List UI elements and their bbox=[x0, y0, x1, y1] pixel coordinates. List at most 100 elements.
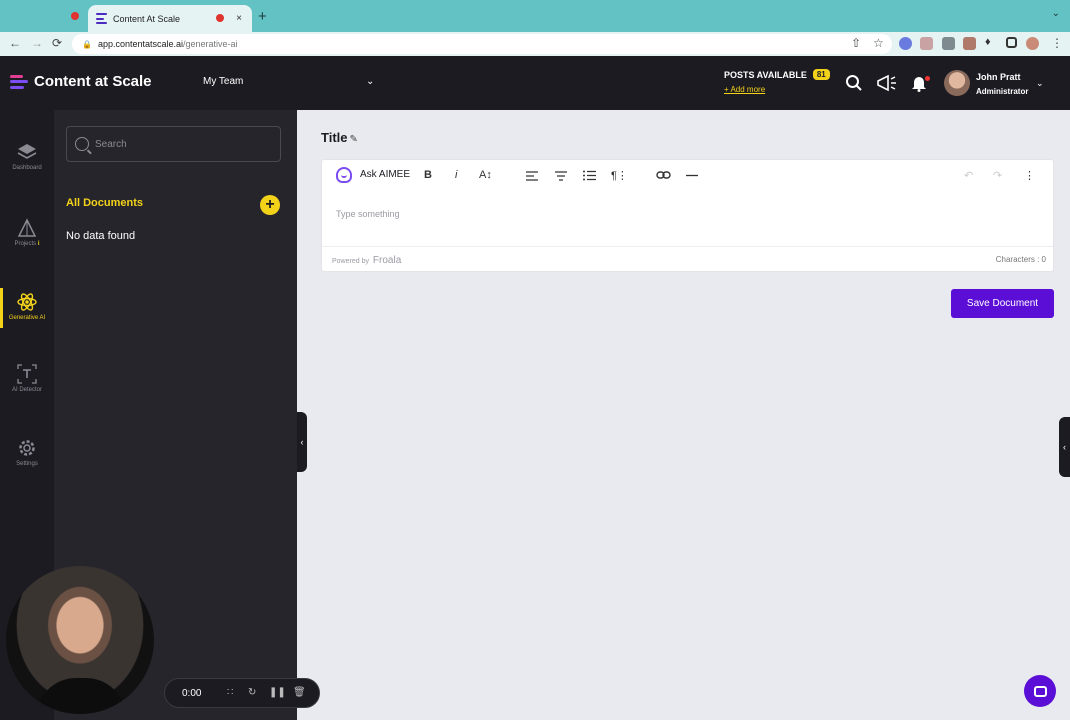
sidebar-item-label: AI Detector bbox=[11, 387, 42, 393]
posts-available-label: POSTS AVAILABLE bbox=[724, 69, 807, 80]
forward-icon[interactable]: → bbox=[31, 36, 43, 50]
ordered-list-icon[interactable] bbox=[583, 170, 596, 181]
atom-icon bbox=[17, 293, 37, 311]
puzzle-icon[interactable]: ♦ bbox=[985, 36, 991, 48]
extension-icon[interactable] bbox=[899, 37, 912, 50]
extension-icon[interactable] bbox=[920, 37, 933, 50]
trash-icon[interactable]: 🗑 bbox=[293, 687, 306, 698]
horizontal-line-icon[interactable] bbox=[686, 174, 698, 177]
url-path: /generative-ai bbox=[183, 39, 238, 49]
aimee-robot-icon[interactable] bbox=[336, 167, 352, 183]
sidebar-item-dashboard[interactable]: Dashboard bbox=[0, 142, 54, 186]
chat-bubble-icon bbox=[1033, 685, 1047, 697]
all-documents-heading[interactable]: All Documents bbox=[66, 197, 143, 209]
chevron-left-icon: ‹ bbox=[300, 437, 304, 447]
bold-button[interactable]: B bbox=[424, 169, 432, 181]
lock-icon: 🔒 bbox=[82, 39, 92, 49]
edit-icon[interactable]: ✎ bbox=[350, 134, 358, 145]
editor-placeholder[interactable]: Type something bbox=[336, 209, 400, 219]
recording-indicator-icon bbox=[71, 12, 79, 20]
sidebar-item-ai-detector[interactable]: AI Detector bbox=[0, 364, 54, 408]
link-icon[interactable] bbox=[656, 170, 671, 180]
editor-toolbar: Ask AIMEE B i A↕ ¶⋮ ↶ ↷ ⋮ bbox=[322, 160, 1053, 193]
tab-title: Content At Scale bbox=[113, 13, 181, 24]
user-name[interactable]: John Pratt bbox=[976, 72, 1021, 82]
align-left-icon[interactable] bbox=[526, 171, 538, 181]
team-selector[interactable]: My Team bbox=[203, 76, 243, 87]
sidebar-item-projects[interactable]: Projects i bbox=[0, 218, 54, 262]
empty-state-text: No data found bbox=[66, 230, 136, 242]
new-tab-button[interactable]: + bbox=[258, 8, 267, 25]
chat-support-button[interactable] bbox=[1024, 675, 1056, 707]
user-menu-chevron-icon[interactable]: ⌄ bbox=[1036, 78, 1044, 89]
grid-icon[interactable]: ∷ bbox=[227, 687, 233, 698]
expand-right-panel-button[interactable]: ‹ bbox=[1059, 417, 1070, 477]
profile-avatar-icon[interactable] bbox=[1026, 37, 1039, 50]
chevron-left-icon: ‹ bbox=[1063, 442, 1066, 452]
layers-icon bbox=[17, 144, 37, 159]
froala-logo[interactable]: Froala bbox=[373, 255, 401, 266]
browser-menu-icon[interactable]: ⋮ bbox=[1051, 36, 1063, 50]
notification-dot-icon bbox=[925, 76, 930, 81]
recording-timer: 0:00 bbox=[182, 687, 202, 699]
reload-icon[interactable]: ⟳ bbox=[52, 36, 62, 50]
gear-icon bbox=[19, 440, 35, 456]
text-scan-icon bbox=[17, 364, 37, 384]
tab-close-icon[interactable]: × bbox=[236, 13, 242, 24]
sidebar-item-label: Generative AI bbox=[8, 315, 46, 321]
sidebar-panel-icon[interactable] bbox=[1006, 37, 1017, 48]
posts-available-count: 81 bbox=[812, 69, 830, 80]
search-icon[interactable] bbox=[845, 74, 863, 92]
more-options-icon[interactable]: ⋮ bbox=[1024, 169, 1035, 182]
logo-text: Content at Scale bbox=[34, 73, 152, 90]
collapse-panel-button[interactable]: ‹ bbox=[297, 412, 307, 472]
avatar[interactable] bbox=[944, 70, 970, 96]
info-icon: i bbox=[37, 241, 40, 247]
triangle-icon bbox=[17, 218, 37, 237]
font-size-button[interactable]: A↕ bbox=[479, 169, 492, 181]
browser-tab[interactable]: Content At Scale × bbox=[88, 5, 252, 32]
add-more-link[interactable]: + Add more bbox=[724, 85, 765, 94]
sidebar-item-settings[interactable]: Settings bbox=[0, 438, 54, 482]
url-host: app.contentatscale.ai bbox=[97, 39, 184, 49]
paragraph-format-icon[interactable]: ¶⋮ bbox=[611, 169, 628, 182]
app-header: Content at Scale My Team ⌄ POSTS AVAILAB… bbox=[0, 56, 1070, 110]
rich-text-editor: Ask AIMEE B i A↕ ¶⋮ ↶ ↷ ⋮ Type something… bbox=[321, 159, 1054, 272]
address-bar[interactable]: 🔒 app.contentatscale.ai/generative-ai bbox=[72, 34, 892, 54]
document-title[interactable]: Title ✎ bbox=[321, 130, 358, 145]
search-placeholder: Search bbox=[95, 138, 127, 150]
app-logo[interactable]: Content at Scale bbox=[10, 73, 152, 90]
redo-icon[interactable]: ↷ bbox=[993, 169, 1002, 182]
ask-aimee-button[interactable]: Ask AIMEE bbox=[360, 169, 410, 180]
save-document-button[interactable]: Save Document bbox=[951, 289, 1054, 318]
extension-icon[interactable] bbox=[942, 37, 955, 50]
pause-icon[interactable]: ❚❚ bbox=[269, 687, 286, 698]
italic-button[interactable]: i bbox=[455, 169, 457, 181]
back-icon[interactable]: ← bbox=[9, 36, 21, 50]
bookmark-star-icon[interactable]: ☆ bbox=[873, 36, 884, 50]
logo-mark-icon bbox=[10, 74, 28, 89]
add-document-button[interactable]: + bbox=[260, 195, 280, 215]
chevron-down-icon[interactable]: ⌄ bbox=[366, 76, 374, 87]
search-icon bbox=[75, 137, 89, 151]
megaphone-icon[interactable] bbox=[876, 74, 898, 92]
powered-by-label: Powered by Froala bbox=[332, 255, 402, 266]
sidebar-item-generative-ai[interactable]: Generative AI bbox=[0, 292, 54, 336]
restart-icon[interactable]: ↻ bbox=[248, 687, 256, 698]
search-input[interactable]: Search bbox=[66, 126, 281, 162]
posts-available: POSTS AVAILABLE 81 bbox=[724, 69, 830, 80]
align-center-icon[interactable] bbox=[555, 171, 567, 181]
tab-recording-icon bbox=[216, 14, 224, 22]
editor-footer: Powered by Froala Characters : 0 bbox=[322, 246, 1053, 272]
user-role: Administrator bbox=[976, 87, 1029, 96]
tab-search-icon[interactable]: ⌄ bbox=[1052, 8, 1060, 19]
sidebar-item-label: Projects i bbox=[14, 241, 40, 247]
extension-icon[interactable] bbox=[963, 37, 976, 50]
character-count: Characters : 0 bbox=[995, 255, 1046, 264]
sidebar-item-label: Dashboard bbox=[12, 165, 42, 171]
webcam-overlay bbox=[6, 566, 154, 714]
browser-tab-bar: Content At Scale × + ⌄ bbox=[0, 0, 1070, 32]
undo-icon[interactable]: ↶ bbox=[964, 169, 973, 182]
browser-toolbar: ← → ⟳ 🔒 app.contentatscale.ai/generative… bbox=[0, 32, 1070, 56]
share-icon[interactable]: ⇧ bbox=[851, 36, 861, 50]
